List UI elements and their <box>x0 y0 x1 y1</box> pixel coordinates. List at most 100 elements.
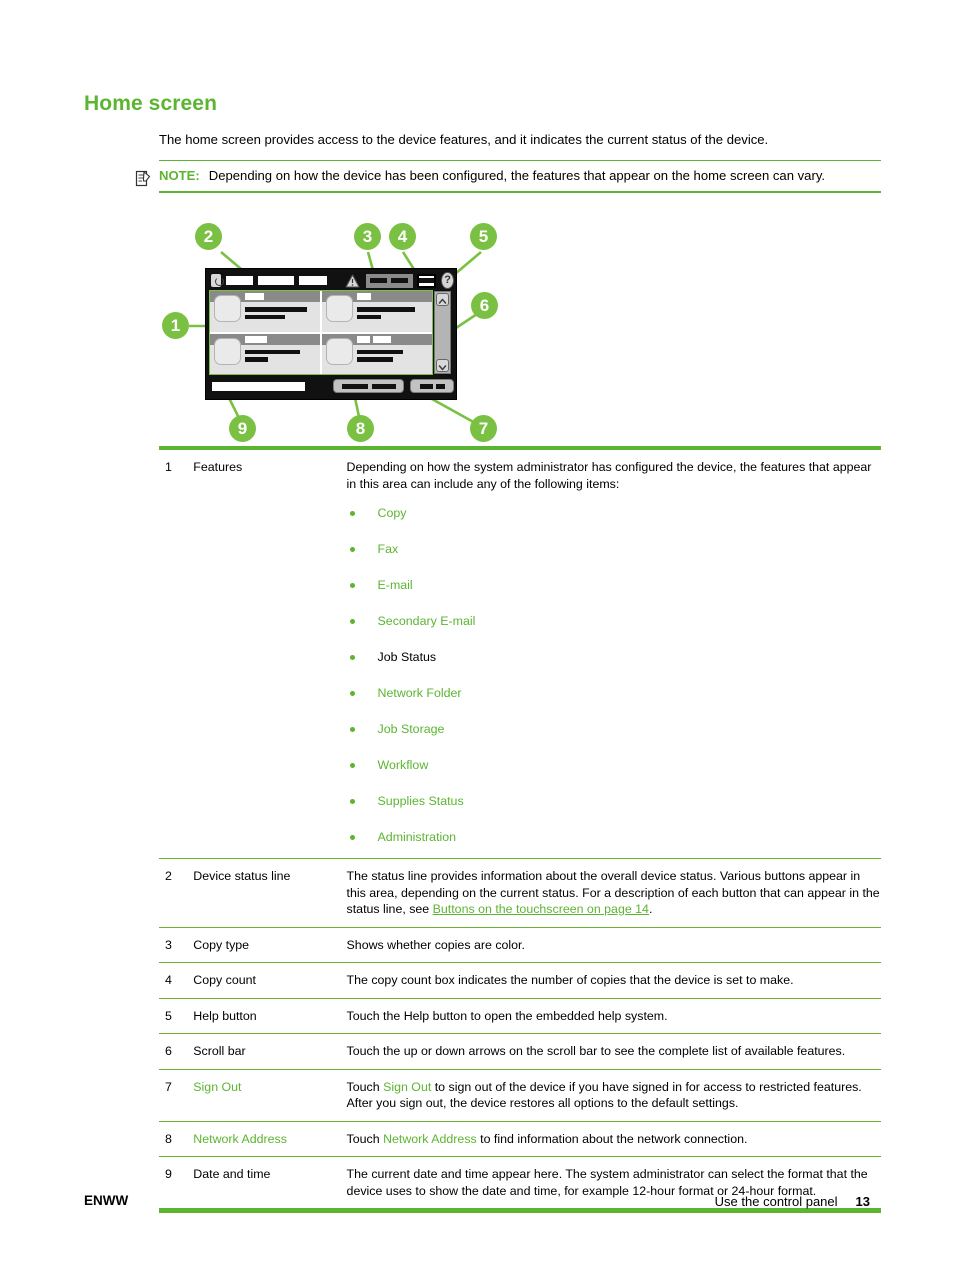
status-label-3 <box>299 276 327 285</box>
note-block: NOTE: Depending on how the device has bee… <box>135 160 881 193</box>
feature-icon <box>214 337 241 365</box>
row-number: 2 <box>159 858 194 928</box>
feature-tile[interactable] <box>322 291 432 332</box>
footer-right: Use the control panel 13 <box>715 1194 870 1209</box>
list-item[interactable]: Workflow <box>347 758 881 773</box>
table-row: 8 Network Address Touch Network Address … <box>159 1121 881 1157</box>
device-touchscreen-mock: ? <box>205 268 457 400</box>
row-description-text: Touch <box>346 1131 384 1146</box>
list-item: Job Status <box>347 650 881 665</box>
feature-icon <box>326 337 353 365</box>
row-name: Copy count <box>193 962 347 999</box>
status-label-2 <box>258 276 295 285</box>
help-button[interactable]: ? <box>441 272 454 289</box>
table-row: 4 Copy count The copy count box indicate… <box>159 962 881 999</box>
row-number: 3 <box>159 927 194 963</box>
callout-badge-3: 3 <box>354 223 381 250</box>
row-name: Copy type <box>193 927 347 963</box>
callout-badge-8: 8 <box>347 415 374 442</box>
row-name: Scroll bar <box>193 1033 347 1070</box>
table-row: 2 Device status line The status line pro… <box>159 858 881 928</box>
callout-badge-6: 6 <box>471 292 498 319</box>
list-item[interactable]: Supplies Status <box>347 794 881 809</box>
touchscreen-buttons-xref[interactable]: Buttons on the touchscreen on page 14 <box>433 902 649 916</box>
row-number: 8 <box>159 1121 194 1157</box>
row-description: Touch the up or down arrows on the scrol… <box>346 1033 881 1070</box>
document-page: Home screen The home screen provides acc… <box>0 0 954 1270</box>
power-refresh-icon <box>211 274 224 287</box>
date-and-time <box>212 381 305 391</box>
row-description-tail: to find information about the network co… <box>476 1131 748 1146</box>
table-row: 7 Sign Out Touch Sign Out to sign out of… <box>159 1069 881 1122</box>
row-name[interactable]: Sign Out <box>193 1069 347 1122</box>
note-pencil-icon <box>135 170 151 187</box>
row-description: The copy count box indicates the number … <box>346 962 881 999</box>
list-item[interactable]: Network Folder <box>347 686 881 701</box>
warning-triangle-icon <box>345 273 360 288</box>
callout-badge-9: 9 <box>229 415 256 442</box>
sign-out-inline-link[interactable]: Sign Out <box>383 1080 431 1094</box>
footer-page-number: 13 <box>855 1194 870 1209</box>
row-description-text: Depending on how the system administrato… <box>346 460 872 491</box>
table-row: 3 Copy type Shows whether copies are col… <box>159 927 881 963</box>
list-item[interactable]: Administration <box>347 830 881 845</box>
network-address-button[interactable] <box>332 379 405 393</box>
feature-tile[interactable] <box>322 333 432 374</box>
feature-icon <box>214 295 241 322</box>
features-list: Copy Fax E-mail Secondary E-mail Job Sta… <box>347 506 881 845</box>
copy-type-indicator <box>365 273 414 288</box>
row-number: 7 <box>159 1069 194 1122</box>
copy-count-box[interactable] <box>417 273 437 288</box>
intro-paragraph: The home screen provides access to the d… <box>159 132 769 147</box>
row-name: Device status line <box>193 858 347 928</box>
row-description-text: Touch <box>346 1079 384 1094</box>
feature-icon <box>326 295 353 322</box>
note-text: Depending on how the device has been con… <box>208 168 826 184</box>
row-description: Touch the Help button to open the embedd… <box>346 998 881 1034</box>
sign-out-button[interactable] <box>410 379 455 393</box>
table-row: 5 Help button Touch the Help button to o… <box>159 998 881 1034</box>
row-name: Date and time <box>193 1156 347 1213</box>
footer-section-label: Use the control panel <box>714 1194 838 1209</box>
row-number: 5 <box>159 998 194 1034</box>
row-description: Depending on how the system administrato… <box>346 446 881 859</box>
features-area <box>209 290 433 375</box>
row-name: Help button <box>193 998 347 1034</box>
row-description: Touch Sign Out to sign out of the device… <box>346 1069 881 1122</box>
table-row: 6 Scroll bar Touch the up or down arrows… <box>159 1033 881 1070</box>
row-description: Touch Network Address to find informatio… <box>346 1121 881 1157</box>
footer-left-label: ENWW <box>84 1193 129 1208</box>
row-description-tail: . <box>648 902 653 916</box>
list-item[interactable]: Copy <box>347 506 881 521</box>
list-item[interactable]: E-mail <box>347 578 881 593</box>
list-item[interactable]: Job Storage <box>347 722 881 737</box>
note-bottom-rule <box>159 191 881 193</box>
callout-badge-2: 2 <box>195 223 222 250</box>
note-label: NOTE: <box>159 168 200 184</box>
page-title: Home screen <box>84 92 217 115</box>
callout-badge-5: 5 <box>470 223 497 250</box>
device-status-line: ? <box>210 272 454 289</box>
row-number: 6 <box>159 1033 194 1070</box>
network-address-inline-link[interactable]: Network Address <box>383 1132 477 1146</box>
row-description: The status line provides information abo… <box>346 858 881 928</box>
row-name[interactable]: Network Address <box>193 1121 347 1157</box>
scroll-up-arrow-icon[interactable] <box>436 293 449 306</box>
home-screen-callout-diagram: 2 3 4 5 1 6 9 8 7 ? <box>159 216 519 448</box>
feature-tile[interactable] <box>210 333 320 374</box>
list-item[interactable]: Fax <box>347 542 881 557</box>
list-item[interactable]: Secondary E-mail <box>347 614 881 629</box>
status-label-1 <box>226 276 254 285</box>
scroll-bar[interactable] <box>434 291 451 374</box>
callout-badge-7: 7 <box>470 415 497 442</box>
row-description: Shows whether copies are color. <box>346 927 881 963</box>
table-row: 1 Features Depending on how the system a… <box>159 446 881 859</box>
callout-description-table: 1 Features Depending on how the system a… <box>159 446 881 1213</box>
device-bottom-bar <box>210 377 455 395</box>
feature-tile[interactable] <box>210 291 320 332</box>
scroll-down-arrow-icon[interactable] <box>436 359 449 372</box>
row-number: 1 <box>159 446 194 859</box>
callout-badge-1: 1 <box>162 312 189 339</box>
row-name: Features <box>193 446 347 859</box>
callout-badge-4: 4 <box>389 223 416 250</box>
